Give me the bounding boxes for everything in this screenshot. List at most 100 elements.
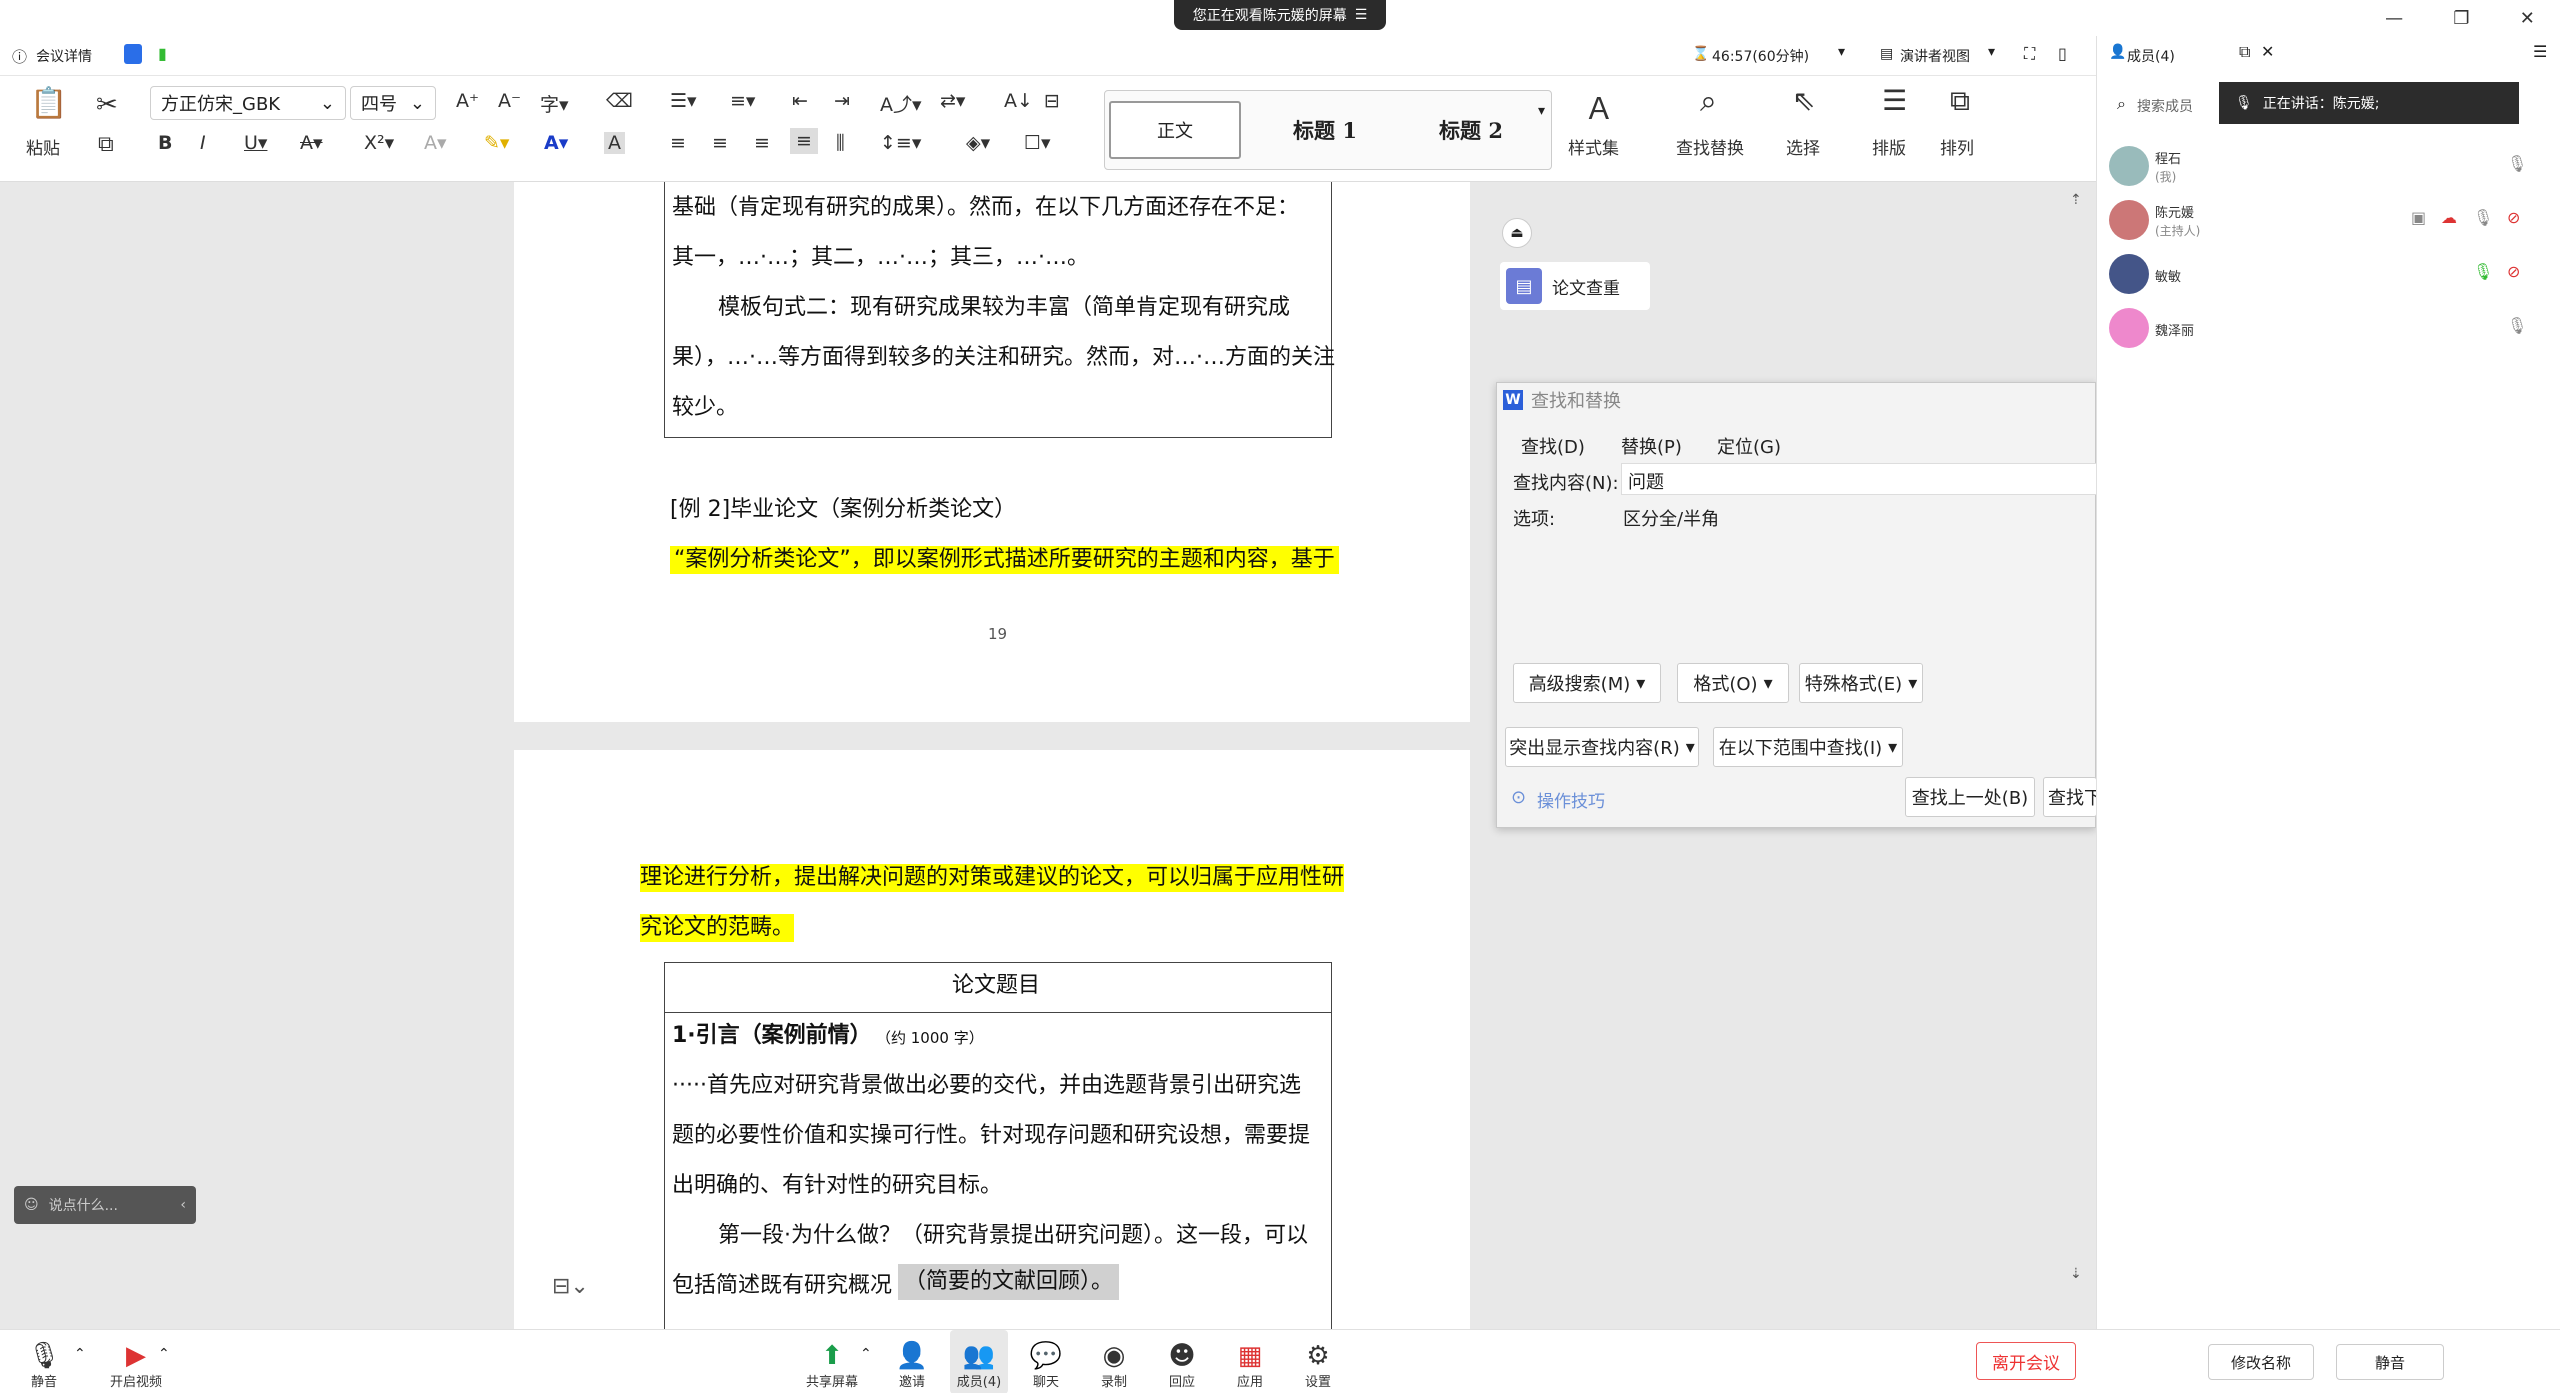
find-input[interactable]: 问题 <box>1621 463 2097 495</box>
superscript-icon[interactable]: X²▾ <box>364 132 394 154</box>
tab-replace[interactable]: 替换(P) <box>1621 433 1682 459</box>
share-screen-button[interactable]: ⬆ 共享屏幕 <box>796 1330 868 1393</box>
format-painter-icon[interactable]: ⧉ <box>98 132 114 157</box>
paste-icon[interactable]: 📋 <box>30 86 67 121</box>
style-set-icon[interactable]: Ａ <box>1584 84 1614 128</box>
rename-button[interactable]: 修改名称 <box>2208 1344 2314 1380</box>
minimize-icon[interactable]: — <box>2385 8 2403 29</box>
mic-icon[interactable]: 🎙 <box>2507 154 2527 173</box>
find-in-button[interactable]: 在以下范围中查找(I) ▾ <box>1713 727 1903 767</box>
bullets-icon[interactable]: ☰▾ <box>670 90 697 112</box>
increase-indent-icon[interactable]: ⇥ <box>834 90 850 112</box>
dialog-titlebar[interactable]: W 查找和替换 <box>1497 383 2097 417</box>
document-page[interactable]: 理论进行分析，提出解决问题的对策或建议的论文，可以归属于应用性研 究论文的范畴。… <box>514 750 1470 1332</box>
video-off-icon[interactable]: ⊘ <box>2507 262 2520 281</box>
font-color-icon[interactable]: A▾ <box>544 132 568 154</box>
line-spacing-icon[interactable]: ↕≡▾ <box>880 132 921 154</box>
collapse-icon[interactable]: ⏏ <box>1502 218 1532 248</box>
shield-icon[interactable] <box>124 44 142 64</box>
member-row[interactable]: 程石 (我) 🎙 <box>2097 140 2560 194</box>
chat-input-widget[interactable]: ☺ 说点什么... ‹ <box>14 1186 196 1224</box>
show-marks-icon[interactable]: ⊟ <box>1044 90 1060 112</box>
record-button[interactable]: ◉ 录制 <box>1082 1330 1146 1393</box>
align-center-icon[interactable]: ≡ <box>712 132 728 154</box>
justify-icon[interactable]: ≡ <box>790 128 818 154</box>
mic-icon[interactable]: 🎙 <box>2473 208 2493 227</box>
screen-share-banner[interactable]: 您正在观看陈元媛的屏幕 ☰ <box>1174 0 1386 30</box>
emoji-icon[interactable]: ☺ <box>24 1197 39 1213</box>
apps-button[interactable]: ▦ 应用 <box>1218 1330 1282 1393</box>
grow-font-icon[interactable]: A⁺ <box>456 90 479 112</box>
meeting-details-link[interactable]: 会议详情 <box>36 46 92 66</box>
select-button[interactable]: 选择 <box>1786 134 1820 159</box>
mic-active-icon[interactable]: 🎙 <box>2473 262 2493 281</box>
shrink-font-icon[interactable]: A⁻ <box>498 90 521 112</box>
arrange-button[interactable]: 排列 <box>1940 134 1974 159</box>
style-normal[interactable]: 正文 <box>1109 101 1241 159</box>
layout-button[interactable]: 排版 <box>1872 134 1906 159</box>
align-right-icon[interactable]: ≡ <box>754 132 770 154</box>
highlight-find-button[interactable]: 突出显示查找内容(R) ▾ <box>1505 727 1699 767</box>
find-next-button[interactable]: 查找下 <box>2043 777 2097 817</box>
decrease-indent-icon[interactable]: ⇤ <box>792 90 808 112</box>
chevron-down-icon[interactable]: ▾ <box>1838 44 1845 60</box>
chevron-down-icon[interactable]: ▾ <box>1538 103 1545 119</box>
font-size-select[interactable]: 四号 ⌄ <box>350 86 436 120</box>
popout-icon[interactable]: ⧉ <box>2239 42 2250 62</box>
sort-icon[interactable]: A↓ <box>1004 90 1033 112</box>
reply-button[interactable]: ☻ 回应 <box>1150 1330 1214 1393</box>
phonetic-icon[interactable]: 字▾ <box>540 90 569 117</box>
paste-button[interactable]: 粘贴 <box>26 134 60 159</box>
style-heading2[interactable]: 标题 2 <box>1401 101 1541 159</box>
restore-icon[interactable]: ❐ <box>2453 8 2469 29</box>
numbering-icon[interactable]: ≡▾ <box>730 90 755 112</box>
leave-meeting-button[interactable]: 离开会议 <box>1976 1342 2076 1380</box>
special-format-button[interactable]: 特殊格式(E) ▾ <box>1799 663 1923 703</box>
highlight-icon[interactable]: ✎▾ <box>484 132 509 154</box>
menu-icon[interactable]: ☰ <box>1355 7 1368 23</box>
shading-icon[interactable]: ◈▾ <box>966 132 990 154</box>
chat-button[interactable]: 💬 聊天 <box>1014 1330 1078 1393</box>
arrange-icon[interactable]: ⧉ <box>1950 84 1970 118</box>
format-button[interactable]: 格式(O) ▾ <box>1677 663 1789 703</box>
font-name-select[interactable]: 方正仿宋_GBK ⌄ <box>150 86 346 120</box>
cut-icon[interactable]: ✂ <box>96 90 118 120</box>
signal-icon[interactable]: ▮ <box>158 44 167 63</box>
style-heading1[interactable]: 标题 1 <box>1255 101 1395 159</box>
find-replace-dialog[interactable]: W 查找和替换 查找(D) 替换(P) 定位(G) 查找内容(N): 问题 选项… <box>1496 382 2097 828</box>
align-left-icon[interactable]: ≡ <box>670 132 686 154</box>
member-search-input[interactable]: 搜索成员 <box>2137 96 2193 116</box>
meeting-timer[interactable]: 46:57(60分钟) <box>1712 46 1809 66</box>
menu-icon[interactable]: ☰ <box>2533 42 2547 61</box>
text-effect-icon[interactable]: A▾ <box>424 132 447 154</box>
bold-icon[interactable]: B <box>158 132 172 154</box>
text-direction-icon[interactable]: A⤴▾ <box>880 90 922 117</box>
video-off-icon[interactable]: ⊘ <box>2507 208 2520 227</box>
border-icon[interactable]: ☐▾ <box>1024 132 1051 154</box>
italic-icon[interactable]: I <box>200 132 206 154</box>
plagiarism-check-button[interactable]: ▤ 论文查重 <box>1500 262 1650 310</box>
find-replace-button[interactable]: 查找替换 <box>1676 134 1744 159</box>
close-icon[interactable]: ✕ <box>2520 8 2535 29</box>
members-button[interactable]: 👥 成员(4) <box>950 1330 1008 1393</box>
settings-button[interactable]: ⚙ 设置 <box>1286 1330 1350 1393</box>
strikethrough-icon[interactable]: A▾ <box>300 132 323 154</box>
line-sort-icon[interactable]: ⇄▾ <box>940 90 965 112</box>
tab-goto[interactable]: 定位(G) <box>1717 433 1781 459</box>
navigation-icon[interactable]: ⊟⌄ <box>552 1274 589 1299</box>
fullscreen-icon[interactable]: ⛶ <box>2024 44 2035 64</box>
member-row[interactable]: 敏敏 🎙 ⊘ <box>2097 248 2560 302</box>
advanced-search-button[interactable]: 高级搜索(M) ▾ <box>1513 663 1661 703</box>
cursor-icon[interactable]: ⇖ <box>1792 84 1815 117</box>
chevron-up-icon[interactable]: ⌃ <box>158 1346 170 1362</box>
document-page[interactable]: 基础（肯定现有研究的成果）。然而，在以下几方面还存在不足： 其一，…·…；其二，… <box>514 182 1470 722</box>
sidebar-toggle-icon[interactable]: ▯ <box>2058 44 2067 63</box>
mute-all-button[interactable]: 静音 <box>2336 1344 2444 1380</box>
char-shading-icon[interactable]: A <box>604 132 625 154</box>
close-icon[interactable]: ✕ <box>2261 42 2274 61</box>
chevron-down-icon[interactable]: ▾ <box>1988 44 1995 60</box>
invite-button[interactable]: 👤 邀请 <box>880 1330 944 1393</box>
member-row[interactable]: 陈元媛 (主持人) ▣ ☁ 🎙 ⊘ <box>2097 194 2560 248</box>
scroll-up-icon[interactable]: ⇡ <box>2070 192 2082 208</box>
member-row[interactable]: 魏泽丽 🎙 <box>2097 302 2560 356</box>
